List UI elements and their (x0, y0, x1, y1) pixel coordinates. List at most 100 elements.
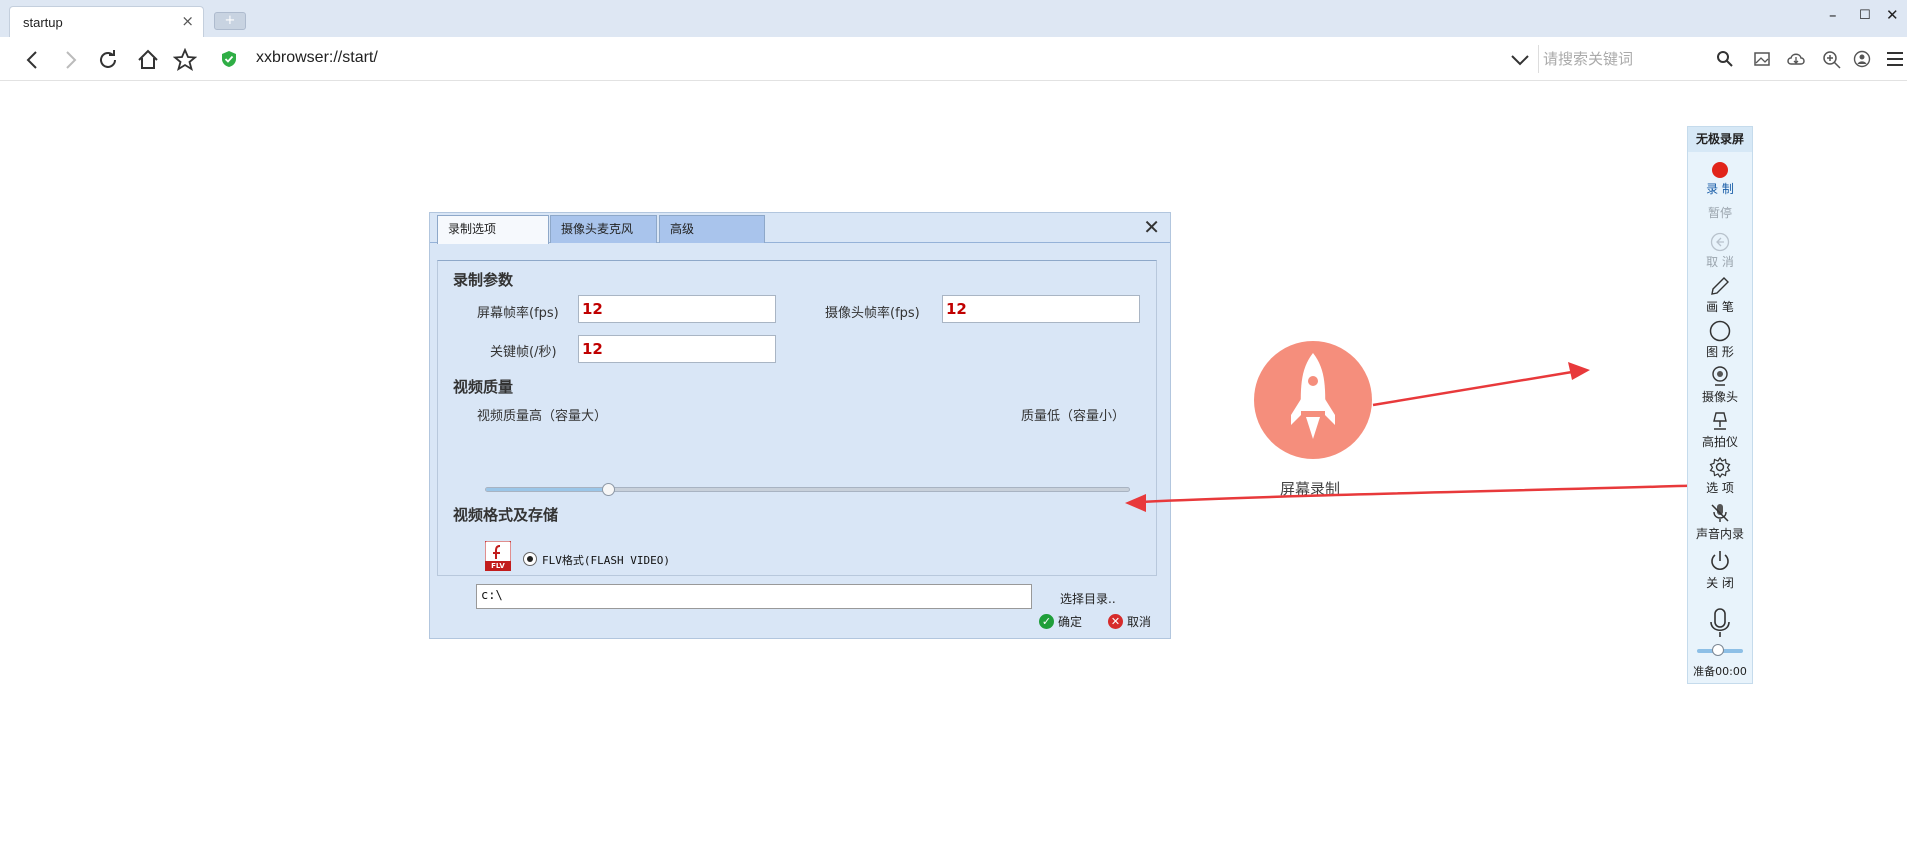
arrow-to-recorder (1372, 362, 1590, 407)
options-button[interactable]: 选 项 (1688, 456, 1752, 496)
window-close-button[interactable]: ✕ (1886, 6, 1899, 24)
recorder-title: 无极录屏 (1688, 127, 1752, 152)
cancel-label: 取消 (1127, 615, 1152, 629)
menu-icon[interactable] (1885, 50, 1905, 68)
new-tab-button[interactable]: + (214, 12, 246, 30)
browser-toolbar: xxbrowser://start/ (0, 37, 1907, 81)
dialog-close-button[interactable]: ✕ (1143, 217, 1160, 237)
minimize-button[interactable]: – (1829, 6, 1837, 24)
quality-low-label: 质量低（容量小） (1021, 409, 1126, 424)
tab-camera-mic[interactable]: 摄像头麦克风 (550, 215, 657, 243)
video-quality-slider[interactable] (485, 483, 1130, 496)
browser-tab-strip: startup × + – ☐ ✕ (0, 0, 1907, 37)
record-options-dialog: 录制选项 摄像头麦克风 高级 ✕ 录制参数 屏幕帧率(fps) 12 摄像头帧率… (429, 212, 1171, 639)
shape-button[interactable]: 图 形 (1688, 320, 1752, 360)
cancel-button[interactable]: ✕ 取消 (1108, 613, 1151, 630)
back-button[interactable] (21, 48, 45, 72)
browser-tab[interactable]: startup × (9, 6, 204, 37)
record-dot-icon (1712, 162, 1728, 178)
check-icon: ✓ (1039, 614, 1054, 629)
flv-badge-text: FLV (491, 562, 505, 570)
webcam-icon (1712, 366, 1728, 386)
power-icon (1711, 551, 1729, 570)
video-quality-slider-fill (486, 488, 609, 491)
camera-fps-input[interactable]: 12 (942, 295, 1140, 323)
close-recorder-button[interactable]: 关 闭 (1688, 549, 1752, 591)
address-dropdown-button[interactable] (1508, 49, 1532, 71)
ok-label: 确定 (1058, 615, 1083, 629)
search-input[interactable] (1543, 49, 1703, 69)
bookmark-button[interactable] (172, 47, 198, 72)
forward-button[interactable] (58, 48, 82, 72)
flash-flv-icon: FLV (484, 540, 512, 572)
document-camera-label: 高拍仪 (1701, 435, 1738, 449)
mic-volume-thumb[interactable] (1711, 644, 1724, 656)
search-icon[interactable] (1716, 50, 1734, 68)
screen-record-label: 屏幕录制 (1280, 480, 1341, 498)
video-quality-title: 视频质量 (453, 378, 514, 396)
document-camera-icon (1713, 412, 1727, 430)
screen-fps-label: 屏幕帧率(fps) (477, 306, 559, 321)
search-box (1538, 45, 1738, 73)
mic-muted-icon (1711, 504, 1729, 522)
gear-icon (1709, 456, 1731, 478)
cancel-record-label: 取 消 (1706, 255, 1734, 269)
tab-close-button[interactable]: × (181, 12, 194, 30)
tab-advanced[interactable]: 高级 (659, 215, 765, 243)
pen-button[interactable]: 画 笔 (1688, 275, 1752, 315)
record-params-title: 录制参数 (453, 271, 514, 289)
webcam-label: 摄像头 (1701, 390, 1738, 404)
flv-format-label: FLV格式(FLASH VIDEO) (542, 554, 670, 567)
ok-button[interactable]: ✓ 确定 (1039, 613, 1082, 630)
record-status: 准备00:00 (1693, 665, 1747, 678)
record-label: 录 制 (1706, 182, 1734, 196)
cancel-record-button[interactable]: 取 消 (1688, 232, 1752, 270)
document-camera-button[interactable]: 高拍仪 (1688, 410, 1752, 450)
microphone-icon[interactable] (1706, 607, 1734, 639)
arrow-to-dialog (1125, 483, 1713, 512)
maximize-button[interactable]: ☐ (1859, 8, 1871, 23)
mic-volume-slider[interactable] (1697, 644, 1743, 656)
quality-high-label: 视频质量高（容量大） (477, 409, 608, 424)
tab-record-options[interactable]: 录制选项 (437, 215, 549, 244)
tab-title: startup (23, 15, 63, 30)
flv-format-radio[interactable] (523, 552, 537, 566)
pen-icon (1711, 277, 1729, 295)
close-recorder-label: 关 闭 (1706, 576, 1734, 590)
format-storage-title: 视频格式及存储 (453, 506, 559, 524)
screen-fps-input[interactable]: 12 (578, 295, 776, 323)
save-path-input[interactable]: c:\ (476, 584, 1032, 609)
choose-directory-button[interactable]: 选择目录.. (1060, 590, 1116, 607)
reload-button[interactable] (96, 48, 120, 72)
zoom-icon[interactable] (1822, 50, 1842, 70)
address-bar[interactable]: xxbrowser://start/ (256, 49, 378, 67)
user-account-icon[interactable] (1853, 50, 1871, 68)
back-arrow-icon (26, 51, 37, 69)
forward-arrow-icon (66, 51, 77, 69)
cancel-x-icon: ✕ (1108, 614, 1123, 629)
pause-button[interactable]: 暂停 (1688, 204, 1752, 221)
webcam-button[interactable]: 摄像头 (1688, 365, 1752, 405)
image-icon[interactable] (1753, 50, 1771, 68)
options-label: 选 项 (1706, 481, 1734, 495)
pen-label: 画 笔 (1706, 300, 1734, 314)
system-audio-label: 声音内录 (1695, 527, 1744, 541)
shape-label: 图 形 (1706, 345, 1734, 359)
home-button[interactable] (136, 48, 160, 72)
secure-shield-icon (221, 50, 237, 72)
keyframe-label: 关键帧(/秒) (490, 345, 557, 360)
system-audio-button[interactable]: 声音内录 (1688, 502, 1752, 542)
screen-record-launcher[interactable] (1254, 341, 1372, 459)
record-button[interactable]: 录 制 (1688, 161, 1752, 197)
circle-shape-icon (1709, 320, 1731, 342)
video-quality-slider-thumb[interactable] (602, 483, 616, 496)
pause-label: 暂停 (1707, 206, 1732, 220)
recorder-toolbar: 无极录屏 录 制 暂停 取 消 画 笔 图 形 摄像头 高拍仪 选 项 声音内录… (1687, 126, 1753, 684)
cloud-download-icon[interactable] (1786, 50, 1806, 68)
keyframe-input[interactable]: 12 (578, 335, 776, 363)
camera-fps-label: 摄像头帧率(fps) (825, 306, 920, 321)
dialog-tab-bar: 录制选项 摄像头麦克风 高级 ✕ (430, 213, 1170, 244)
star-icon (172, 47, 198, 71)
home-icon (138, 49, 158, 69)
reload-icon (100, 50, 116, 68)
